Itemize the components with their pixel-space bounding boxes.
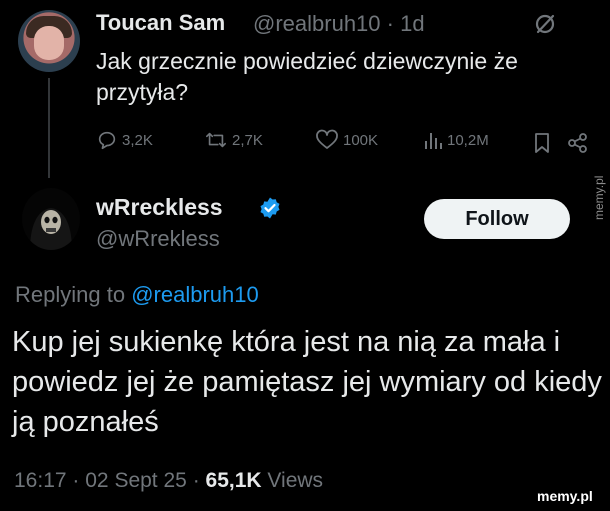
views-total: 65,1K [205,469,262,492]
author-handle[interactable]: @wRrekless [96,226,220,252]
post-meta: 16:17 · 02 Sept 25 · 65,1K Views [14,469,323,493]
post-action-bar: 3,2K 2,7K 100K 10,2M [96,129,606,157]
author-handle-meta: @realbruh10 · 1d [253,11,425,37]
repost-button[interactable]: 2,7K [204,129,263,151]
avatar-wrreckless[interactable] [22,188,80,250]
author-name[interactable]: Toucan Sam [96,10,225,36]
like-icon [316,129,338,149]
reply-text: Kup jej sukienkę która jest na nią za ma… [12,326,602,438]
avatar-face [34,26,64,60]
thread-connector-line [48,78,50,178]
author-handle[interactable]: @realbruh10 [253,11,381,36]
reply-count: 3,2K [122,131,153,149]
like-button[interactable]: 100K [315,129,378,151]
repost-icon [206,132,226,148]
like-count: 100K [343,131,379,149]
views-label: Views [267,469,324,492]
reply-icon [98,131,116,150]
post-age[interactable]: 1d [400,11,424,36]
bottom-watermark: memy.pl [537,488,593,504]
views-icon [425,133,442,149]
avatar-toucan-sam[interactable] [18,10,80,72]
grok-icon[interactable] [533,12,557,36]
side-watermark: memy.pl [592,175,606,220]
author-name[interactable]: wRreckless [96,194,223,221]
views-count: 10,2M [447,131,489,149]
post-time[interactable]: 16:17 [14,469,67,492]
reply-button[interactable]: 3,2K [96,129,153,151]
meta-dot: · [72,469,80,492]
follow-button[interactable]: Follow [424,199,570,239]
meta-dot: · [192,469,200,492]
bookmark-icon[interactable] [533,132,551,154]
meta-separator: · [386,11,394,36]
post-date[interactable]: 02 Sept 25 [85,469,187,492]
repost-count: 2,7K [232,131,263,149]
replying-to-prefix: Replying to [15,282,126,307]
views-button[interactable]: 10,2M [423,129,489,151]
replying-to-handle-link[interactable]: @realbruh10 [131,282,259,307]
verified-badge-icon [260,197,280,219]
post-text: Jak grzecznie powiedzieć dziewczynie że … [96,48,518,105]
share-icon[interactable] [567,132,589,154]
replying-to-line: Replying to @realbruh10 [15,282,259,308]
